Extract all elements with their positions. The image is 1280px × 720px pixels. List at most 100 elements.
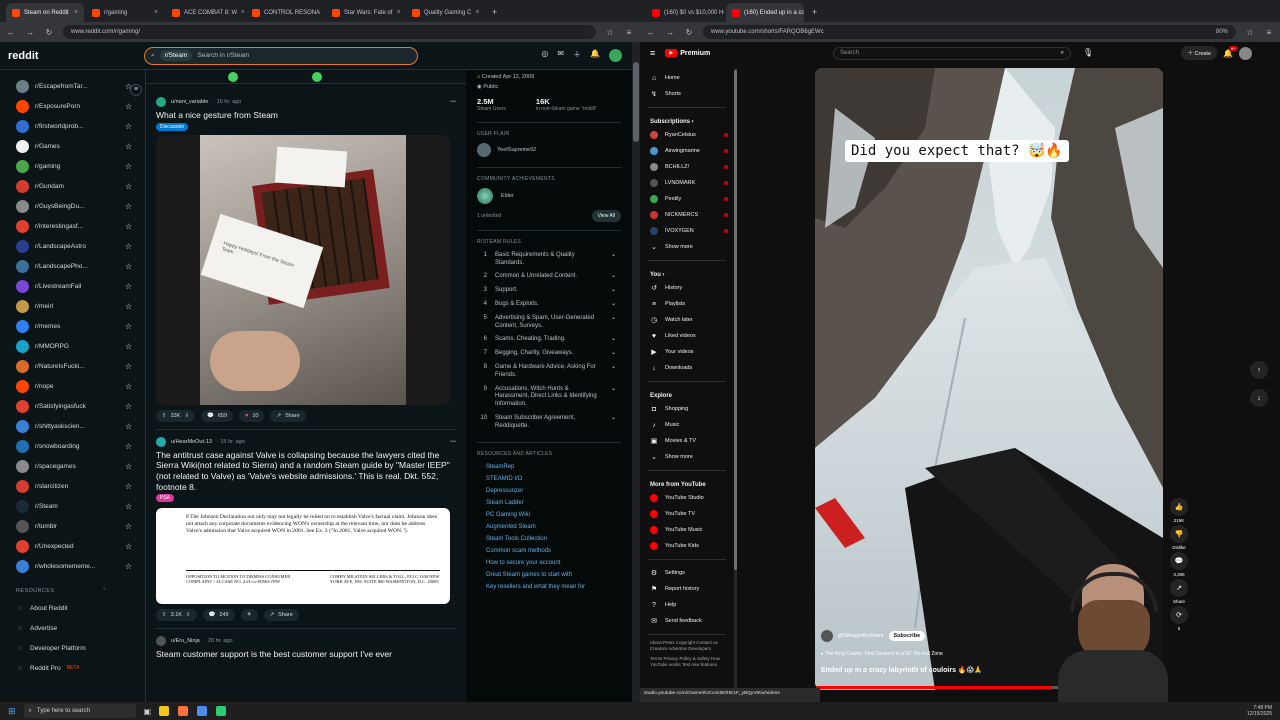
browser-tab[interactable]: Star Wars: Fate of × [326,3,404,22]
taskbar-app-icon[interactable] [197,706,208,716]
favorite-star-icon[interactable]: ☆ [125,322,145,331]
favorite-star-icon[interactable]: ☆ [125,542,145,551]
bookmark-icon[interactable]: ☆ [605,28,615,37]
user-avatar[interactable] [609,49,622,62]
favorite-star-icon[interactable]: ☆ [125,562,145,571]
community-item[interactable]: r/Games ☆ [0,136,145,156]
post-title[interactable]: The antitrust case against Valve is coll… [156,450,456,493]
achievement-item[interactable]: Elder [466,182,632,210]
subreddit-chip[interactable]: r/Steam [159,50,193,61]
share-icon[interactable]: ↗ [1170,579,1188,597]
subscription-item[interactable]: BCHILLZ! [640,159,734,175]
chat-icon[interactable]: ✉ [557,49,564,62]
comments-button[interactable]: 💬 249 [202,609,235,622]
footer-links-2[interactable]: Terms Privacy Policy & Safety How YouTub… [640,653,734,672]
community-item[interactable]: r/NatureIsFucki... ☆ [0,356,145,376]
rule-item[interactable]: 4 Bugs & Exploits. ⌄ [466,298,632,312]
favorite-star-icon[interactable]: ☆ [125,422,145,431]
community-item[interactable]: r/tumblr ☆ [0,516,145,536]
guide-item[interactable]: YouTube Studio [640,490,734,506]
you-header[interactable]: You › [640,266,734,280]
collapse-sidebar-icon[interactable]: ≡ [130,84,142,96]
subscription-item[interactable]: RyanCelsius [640,127,734,143]
favorite-star-icon[interactable]: ☆ [125,262,145,271]
subscriptions-header[interactable]: Subscriptions › [640,113,734,127]
community-item[interactable]: r/Gundam ☆ [0,176,145,196]
favorite-star-icon[interactable]: ☆ [125,482,145,491]
reload-icon[interactable]: ↻ [44,28,54,37]
guide-item[interactable]: ♪ Music [640,417,734,433]
community-item[interactable]: r/snowboarding ☆ [0,436,145,456]
resource-link[interactable]: ◌ Advertise [0,618,145,638]
task-view-icon[interactable]: ▣ [144,707,152,716]
forward-icon[interactable]: → [25,28,35,37]
browser-tab[interactable]: (160) Ended up in a crazy la× [726,3,804,22]
post-card[interactable]: u/Eru_Ninja · 20 hr. ago Steam customer … [146,633,466,660]
community-item[interactable]: r/interestingasf... ☆ [0,216,145,236]
footer-links[interactable]: About Press Copyright Contact us Creator… [640,640,734,653]
favorite-star-icon[interactable]: ☆ [125,462,145,471]
favorite-star-icon[interactable]: ☆ [125,122,145,131]
browser-tab[interactable]: (160) $0 vs $10,000 Holiday× [646,3,724,22]
chevron-down-icon[interactable]: ⌄ [611,315,621,323]
system-clock[interactable]: 7:48 PM 12/15/2025 [1247,705,1272,717]
post-author[interactable]: u/nani_variable [171,99,208,105]
reddit-logo[interactable]: reddit [8,50,144,62]
bookmark-icon[interactable]: ☆ [1245,28,1255,37]
favorite-star-icon[interactable]: ☆ [125,402,145,411]
dislike-icon[interactable]: 👎 [1170,525,1188,543]
subscription-item[interactable]: NICKMERCS [640,207,734,223]
favorite-star-icon[interactable]: ☆ [125,382,145,391]
reload-icon[interactable]: ↻ [684,28,694,37]
hamburger-icon[interactable]: ≡ [650,48,655,58]
guide-item[interactable]: ≡ Playlists [640,296,734,312]
show-more-button[interactable]: ⌄ Show more [640,449,734,465]
taskbar-search-input[interactable]: ⌕ Type here to search [23,704,136,718]
community-item[interactable]: r/Satisfyingasfuck ☆ [0,396,145,416]
browser-tab[interactable]: r/gaming × [86,3,164,22]
resource-article-link[interactable]: Common scam methods [466,545,632,557]
subscription-item[interactable]: LVNDMARK [640,175,734,191]
favorite-star-icon[interactable]: ☆ [125,342,145,351]
community-item[interactable]: r/LivestreamFail ☆ [0,276,145,296]
rule-item[interactable]: 8 Game & Hardware Advice, Asking For Frie… [466,361,632,383]
post-title[interactable]: What a nice gesture from Steam [156,110,456,121]
next-short-icon[interactable]: ↓ [1250,389,1268,407]
community-item[interactable]: r/MMORPG ☆ [0,336,145,356]
favorite-star-icon[interactable]: ☆ [125,302,145,311]
guide-item[interactable]: ✉ Send feedback [640,613,734,629]
guide-scrollbar[interactable] [734,68,737,698]
rule-item[interactable]: 10 Steam Subscriber Agreement, Reddiquett… [466,412,632,434]
favorite-star-icon[interactable]: ☆ [125,202,145,211]
guide-item[interactable]: ⚑ Report history [640,581,734,597]
post-author[interactable]: u/HearMeOut-13 [171,439,212,445]
taskbar-app-icon[interactable] [216,706,227,716]
create-post-icon[interactable]: ＋ [573,49,581,62]
browser-tab[interactable]: CONTROL RESONA× [246,3,324,22]
subscription-item[interactable]: IVOXYGEN [640,223,734,239]
guide-item[interactable]: ▶ Your videos [640,344,734,360]
guide-item[interactable]: ▣ Movies & TV [640,433,734,449]
rule-item[interactable]: 7 Begging, Charity, Giveaways. ⌄ [466,347,632,361]
award-button[interactable]: ⚘ [240,609,258,622]
resource-article-link[interactable]: How to secure your account [466,557,632,569]
resource-article-link[interactable]: Depressurizer [466,485,632,497]
community-item[interactable]: r/EscapefromTar... ☆ [0,76,145,96]
chevron-down-icon[interactable]: ⌄ [611,350,621,358]
browser-tab[interactable]: Steam on Reddit × [6,3,84,22]
close-tab-icon[interactable]: × [241,9,244,16]
favorite-star-icon[interactable]: ☆ [125,142,145,151]
vote-control[interactable]: ⇧ 3.1K ⇩ [156,609,197,622]
guide-item[interactable]: ? Help [640,597,734,613]
zoom-level[interactable]: 80% [1216,29,1228,35]
chevron-down-icon[interactable]: ⌄ [611,252,621,260]
favorite-star-icon[interactable]: ☆ [125,502,145,511]
resource-link[interactable]: ◌ About Reddit [0,598,145,618]
favorite-star-icon[interactable]: ☆ [125,282,145,291]
community-item[interactable]: r/Steam ☆ [0,496,145,516]
comments-button[interactable]: 💬 659 [201,409,234,422]
resource-article-link[interactable]: Great Steam games to start with [466,569,632,581]
post-image[interactable]: Happy Holidays! From the Steam Team [156,134,450,405]
show-more-button[interactable]: ⌄ Show more [640,239,734,255]
right-url-field[interactable]: www.youtube.com/shorts/FARQOB6gEWc 80% [703,25,1236,39]
